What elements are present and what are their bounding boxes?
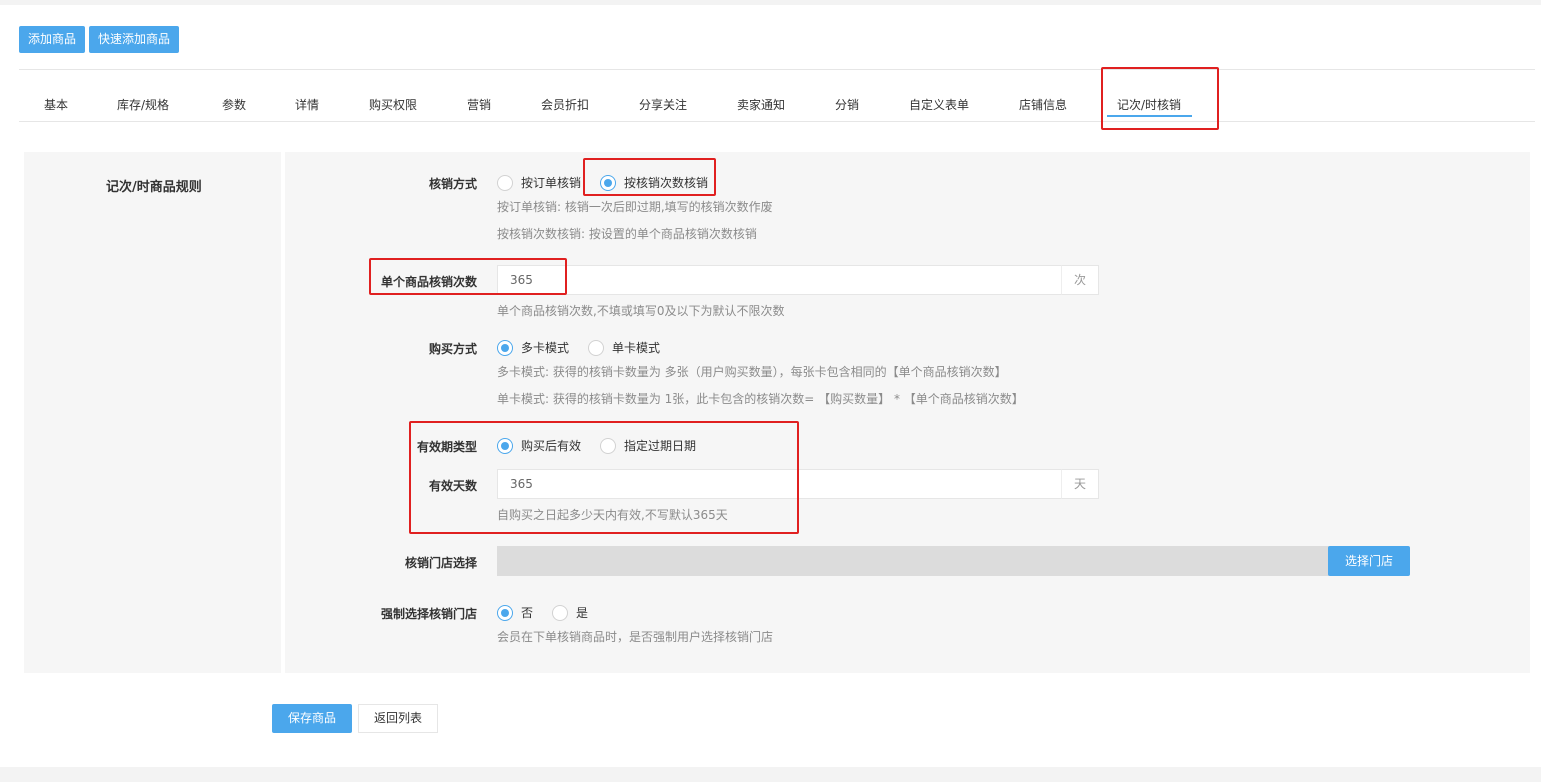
verify-method-hint-1: 按订单核销: 核销一次后即过期,填写的核销次数作废: [497, 200, 773, 214]
add-product-button[interactable]: 添加商品: [19, 26, 86, 53]
radio-single-card[interactable]: 单卡模式: [588, 339, 660, 356]
tab-store-info[interactable]: 店铺信息: [1019, 96, 1067, 113]
active-tab-indicator: [1107, 115, 1192, 117]
radio-multi-card[interactable]: 多卡模式: [497, 339, 569, 356]
tab-stock-spec[interactable]: 库存/规格: [117, 96, 169, 113]
select-store-button[interactable]: 选择门店: [1328, 546, 1411, 576]
verify-count-input[interactable]: 365: [497, 265, 1062, 295]
tab-custom-form[interactable]: 自定义表单: [909, 96, 969, 113]
tab-details[interactable]: 详情: [295, 96, 319, 113]
verify-method-hint-2: 按核销次数核销: 按设置的单个商品核销次数核销: [497, 227, 757, 241]
radio-label: 单卡模式: [612, 341, 661, 355]
valid-days-input[interactable]: 365: [497, 469, 1062, 499]
purchase-mode-label: 购买方式: [429, 342, 478, 356]
tab-purchase-permission[interactable]: 购买权限: [369, 96, 417, 113]
verify-method-label: 核销方式: [429, 177, 478, 191]
verify-count-hint: 单个商品核销次数,不填或填写0及以下为默认不限次数: [497, 304, 785, 318]
tab-basic[interactable]: 基本: [44, 96, 68, 113]
radio-label: 是: [576, 606, 589, 620]
purchase-mode-hint-2: 单卡模式: 获得的核销卡数量为 1张，此卡包含的核销次数= 【购买数量】 * 【…: [497, 392, 1024, 406]
radio-label: 按订单核销: [521, 176, 582, 190]
radio-verify-by-count[interactable]: 按核销次数核销: [600, 174, 708, 191]
quick-add-product-button[interactable]: 快速添加商品: [89, 26, 180, 53]
purchase-mode-hint-1: 多卡模式: 获得的核销卡数量为 多张（用户购买数量），每张卡包含相同的【单个商品…: [497, 365, 1007, 379]
radio-circle: [588, 339, 604, 356]
tab-seller-notify[interactable]: 卖家通知: [737, 96, 785, 113]
radio-circle-checked: [497, 437, 513, 454]
verify-count-suffix: 次: [1061, 265, 1099, 295]
tab-member-discount[interactable]: 会员折扣: [541, 96, 589, 113]
validity-type-label: 有效期类型: [417, 440, 478, 454]
section-sidebar: [24, 152, 281, 673]
valid-days-label: 有效天数: [429, 479, 478, 493]
store-select-label: 核销门店选择: [405, 556, 478, 570]
verify-count-label: 单个商品核销次数: [381, 275, 478, 289]
tab-divider: [19, 121, 1535, 122]
radio-circle: [552, 604, 568, 621]
store-select-field[interactable]: [497, 546, 1329, 576]
force-store-hint: 会员在下单核销商品时，是否强制用户选择核销门店: [497, 630, 774, 644]
save-product-button[interactable]: 保存商品: [272, 704, 353, 733]
radio-label: 按核销次数核销: [624, 176, 709, 190]
radio-circle-checked: [497, 604, 513, 621]
valid-days-suffix: 天: [1061, 469, 1099, 499]
back-to-list-button[interactable]: 返回列表: [358, 704, 439, 733]
radio-label: 购买后有效: [521, 439, 582, 453]
radio-circle-checked: [600, 174, 616, 191]
tab-params[interactable]: 参数: [222, 96, 246, 113]
radio-circle-checked: [497, 339, 513, 356]
tab-share-follow[interactable]: 分享关注: [639, 96, 687, 113]
radio-force-store-yes[interactable]: 是: [552, 604, 588, 621]
radio-circle: [497, 174, 513, 191]
radio-circle: [600, 437, 616, 454]
radio-label: 指定过期日期: [624, 439, 697, 453]
tab-distribution[interactable]: 分销: [835, 96, 859, 113]
radio-label: 否: [521, 606, 534, 620]
tab-count-time-verify[interactable]: 记次/时核销: [1117, 96, 1181, 113]
radio-verify-by-order[interactable]: 按订单核销: [497, 174, 581, 191]
radio-valid-after-purchase[interactable]: 购买后有效: [497, 437, 581, 454]
valid-days-hint: 自购买之日起多少天内有效,不写默认365天: [497, 508, 728, 522]
force-store-label: 强制选择核销门店: [381, 607, 478, 621]
section-title: 记次/时商品规则: [106, 180, 202, 195]
radio-label: 多卡模式: [521, 341, 570, 355]
radio-specified-expiry-date[interactable]: 指定过期日期: [600, 437, 696, 454]
toolbar-divider: [19, 69, 1535, 70]
form-panel: [285, 152, 1530, 673]
radio-force-store-no[interactable]: 否: [497, 604, 533, 621]
tab-marketing[interactable]: 营销: [467, 96, 491, 113]
